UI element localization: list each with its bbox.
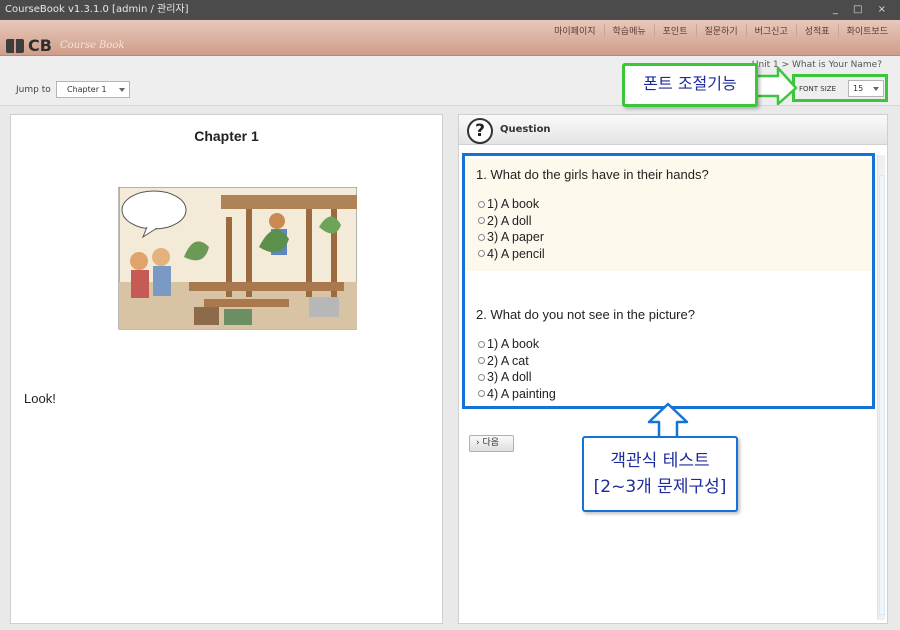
app-header: CB Course Book 마이페이지 학습메뉴 포인트 질문하기 버그신고 … [0, 20, 900, 56]
question-section-title: Question [500, 124, 551, 135]
font-control-callout: 폰트 조절기능 [622, 63, 758, 107]
scrollbar[interactable] [877, 155, 885, 620]
chapter-select-value: Chapter 1 [67, 85, 107, 94]
book-icon [6, 38, 24, 53]
scrollbar-thumb[interactable] [879, 175, 885, 615]
story-panel: Chapter 1 Look! [10, 114, 443, 624]
top-menu: 마이페이지 학습메뉴 포인트 질문하기 버그신고 성적표 화이트보드 [546, 24, 896, 37]
next-button[interactable]: › 다음 [469, 435, 514, 452]
story-illustration [118, 187, 357, 330]
callout-line-2: [2~3개 문제구성] [593, 477, 727, 497]
chevron-right-icon: › [476, 438, 480, 448]
chevron-down-icon [119, 88, 125, 92]
menu-ask[interactable]: 질문하기 [695, 24, 746, 37]
window-title: CourseBook v1.3.1.0 [admin / 관리자] [5, 4, 189, 15]
window-titlebar: CourseBook v1.3.1.0 [admin / 관리자] _ □ × [0, 0, 900, 20]
menu-mypage[interactable]: 마이페이지 [546, 24, 603, 37]
app-logo: CB Course Book [6, 36, 125, 55]
callout-line-1: 객관식 테스트 [610, 451, 710, 471]
question-mark-icon: ? [467, 118, 493, 144]
font-size-highlight-box [792, 74, 888, 102]
menu-study[interactable]: 학습메뉴 [603, 24, 654, 37]
arrow-right-icon [752, 66, 798, 106]
story-caption: Look! [24, 391, 56, 406]
menu-grades[interactable]: 성적표 [795, 24, 838, 37]
jump-to-label: Jump to [16, 85, 51, 95]
question-header: ? Question [459, 115, 887, 145]
menu-whiteboard[interactable]: 화이트보드 [837, 24, 896, 37]
logo-text: CB [28, 36, 52, 55]
question-highlight-box [462, 153, 875, 409]
next-button-label: 다음 [482, 438, 500, 448]
menu-bug-report[interactable]: 버그신고 [745, 24, 796, 37]
chapter-select[interactable]: Chapter 1 [56, 81, 130, 98]
logo-script: Course Book [59, 40, 125, 51]
window-controls[interactable]: _ □ × [833, 0, 892, 20]
menu-points[interactable]: 포인트 [653, 24, 696, 37]
multiple-choice-callout: 객관식 테스트 [2~3개 문제구성] [582, 436, 738, 512]
chapter-title: Chapter 1 [194, 128, 259, 144]
